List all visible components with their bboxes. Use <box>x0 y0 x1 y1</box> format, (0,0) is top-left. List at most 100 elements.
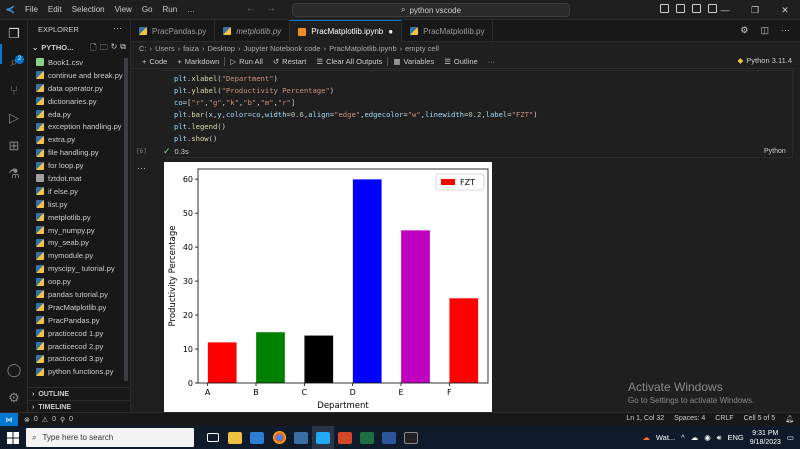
output-more-icon[interactable]: ··· <box>137 163 146 173</box>
outline-section[interactable]: › OUTLINE <box>28 387 131 400</box>
chrome-icon[interactable] <box>268 426 290 449</box>
variables-button[interactable]: ▦ Variables <box>388 57 439 66</box>
new-folder-icon[interactable]: 🗀 <box>100 42 108 56</box>
outline-button[interactable]: ☰ Outline <box>439 57 483 66</box>
notification-center-icon[interactable]: ▭ <box>787 433 794 442</box>
unsaved-dot-icon[interactable]: ● <box>388 27 393 36</box>
end-of-line[interactable]: CRLF <box>715 415 733 423</box>
menu-item[interactable]: File <box>20 5 43 14</box>
search-icon[interactable]: ⌕ <box>6 54 22 70</box>
cell-language[interactable]: Python <box>764 148 786 155</box>
toggle-secondary-sidebar-icon[interactable] <box>692 4 701 13</box>
breadcrumb-item[interactable]: empty cell <box>405 44 439 53</box>
file-item[interactable]: fztdot.mat <box>28 172 131 185</box>
split-editor-icon[interactable]: ◫ <box>760 25 769 36</box>
file-item[interactable]: my_seab.py <box>28 236 131 249</box>
file-item[interactable]: exception handling.py <box>28 120 131 133</box>
breadcrumb-item[interactable]: Jupyter Notebook code <box>243 44 320 53</box>
menu-item[interactable]: … <box>182 5 200 14</box>
file-item[interactable]: python functions.py <box>28 365 131 378</box>
toggle-sidebar-icon[interactable] <box>660 4 669 13</box>
sidebar-scrollbar[interactable] <box>124 58 128 381</box>
file-item[interactable]: dictionaries.py <box>28 95 131 108</box>
file-item[interactable]: PracMatplotlib.py <box>28 301 131 314</box>
kernel-picker[interactable]: ◆ Python 3.11.4 <box>737 56 792 65</box>
add-markdown-button[interactable]: + Markdown <box>172 57 224 66</box>
file-item[interactable]: continue and break.py <box>28 69 131 82</box>
file-explorer-icon[interactable] <box>224 426 246 449</box>
file-item[interactable]: data operator.py <box>28 82 131 95</box>
file-item[interactable]: oop.py <box>28 275 131 288</box>
file-item[interactable]: Book1.csv <box>28 56 131 69</box>
file-item[interactable]: myscipy_ tutorial.py <box>28 262 131 275</box>
language-indicator[interactable]: ENG <box>727 433 743 442</box>
tab[interactable]: PracPandas.py <box>131 20 216 42</box>
network-icon[interactable]: ◉ <box>704 433 711 442</box>
photos-icon[interactable] <box>290 426 312 449</box>
problems-indicator[interactable]: ⊗ 0 ⚠ 0 ⚲ 0 <box>18 416 73 424</box>
collapse-icon[interactable]: ⧉ <box>120 42 126 56</box>
file-item[interactable]: list.py <box>28 198 131 211</box>
file-item[interactable]: practicecod 3.py <box>28 352 131 365</box>
cursor-position[interactable]: Ln 1, Col 32 <box>626 415 664 423</box>
menu-item[interactable]: View <box>110 5 137 14</box>
file-item[interactable]: practicecod 1.py <box>28 327 131 340</box>
menu-item[interactable]: Edit <box>43 5 67 14</box>
excel-icon[interactable] <box>356 426 378 449</box>
onedrive-icon[interactable]: ☁ <box>691 433 699 442</box>
breadcrumb-item[interactable]: faiza <box>183 44 199 53</box>
start-button[interactable] <box>0 426 26 449</box>
word-icon[interactable] <box>378 426 400 449</box>
file-item[interactable]: PracPandas.py <box>28 314 131 327</box>
powerpoint-icon[interactable] <box>334 426 356 449</box>
restart-button[interactable]: ↺ Restart <box>268 57 311 66</box>
testing-icon[interactable]: ⚗ <box>6 166 22 182</box>
terminal-icon[interactable] <box>400 426 422 449</box>
breadcrumb-item[interactable]: Users <box>155 44 175 53</box>
breadcrumb-item[interactable]: Desktop <box>207 44 235 53</box>
indentation[interactable]: Spaces: 4 <box>674 415 705 423</box>
clock[interactable]: 9:31 PM 9/18/2023 <box>750 429 781 447</box>
run-debug-icon[interactable]: ▷ <box>6 110 22 126</box>
notifications-icon[interactable]: 🔔︎ <box>785 415 794 423</box>
mail-icon[interactable] <box>246 426 268 449</box>
file-item[interactable]: file handling.py <box>28 146 131 159</box>
new-file-icon[interactable]: 🗋 <box>90 42 96 56</box>
weather-label[interactable]: Wat... <box>656 433 675 442</box>
breadcrumb-item[interactable]: C: <box>139 44 147 53</box>
menu-item[interactable]: Go <box>137 5 158 14</box>
account-icon[interactable]: ◯ <box>6 362 22 378</box>
tab[interactable]: metplotlib.py <box>215 20 291 42</box>
maximize-icon[interactable]: ❐ <box>740 5 770 16</box>
file-item[interactable]: if else.py <box>28 185 131 198</box>
remote-indicator-icon[interactable]: ⋈ <box>0 412 18 427</box>
more-toolbar-icon[interactable]: ··· <box>483 57 501 66</box>
more-actions-icon[interactable]: ··· <box>113 23 122 33</box>
file-item[interactable]: mymodule.py <box>28 249 131 262</box>
settings-icon[interactable]: ⚙ <box>6 390 22 406</box>
file-item[interactable]: practicecod 2.py <box>28 340 131 353</box>
task-view-icon[interactable] <box>202 426 224 449</box>
run-all-button[interactable]: ▷ Run All <box>225 57 268 66</box>
tab[interactable]: PracMatplotlib.ipynb ● <box>290 20 403 42</box>
menu-item[interactable]: Selection <box>67 5 110 14</box>
nav-arrows[interactable]: ←→ <box>246 3 286 14</box>
tab[interactable]: PracMatplotlib.py <box>402 20 494 42</box>
file-item[interactable]: eda.py <box>28 108 131 121</box>
breadcrumb-item[interactable]: PracMatplotlib.ipynb <box>329 44 397 53</box>
add-code-button[interactable]: + Code <box>137 57 172 66</box>
cell-indicator[interactable]: Cell 5 of 5 <box>744 415 776 423</box>
explorer-icon[interactable]: ❐ <box>6 26 22 42</box>
extensions-icon[interactable]: ⊞ <box>6 138 22 154</box>
taskbar-search[interactable]: ⌕ Type here to search <box>26 428 194 447</box>
file-item[interactable]: for loop.py <box>28 159 131 172</box>
clear-all-button[interactable]: ☰ Clear All Outputs <box>311 57 387 66</box>
refresh-icon[interactable]: ↻ <box>111 42 118 56</box>
file-item[interactable]: metplotlib.py <box>28 211 131 224</box>
close-icon[interactable]: ✕ <box>770 5 800 16</box>
file-item[interactable]: my_numpy.py <box>28 224 131 237</box>
menu-item[interactable]: Run <box>157 5 182 14</box>
tray-chevron-icon[interactable]: ^ <box>681 433 685 442</box>
toggle-panel-icon[interactable] <box>676 4 685 13</box>
settings-gear-icon[interactable]: ⚙ <box>740 25 748 36</box>
